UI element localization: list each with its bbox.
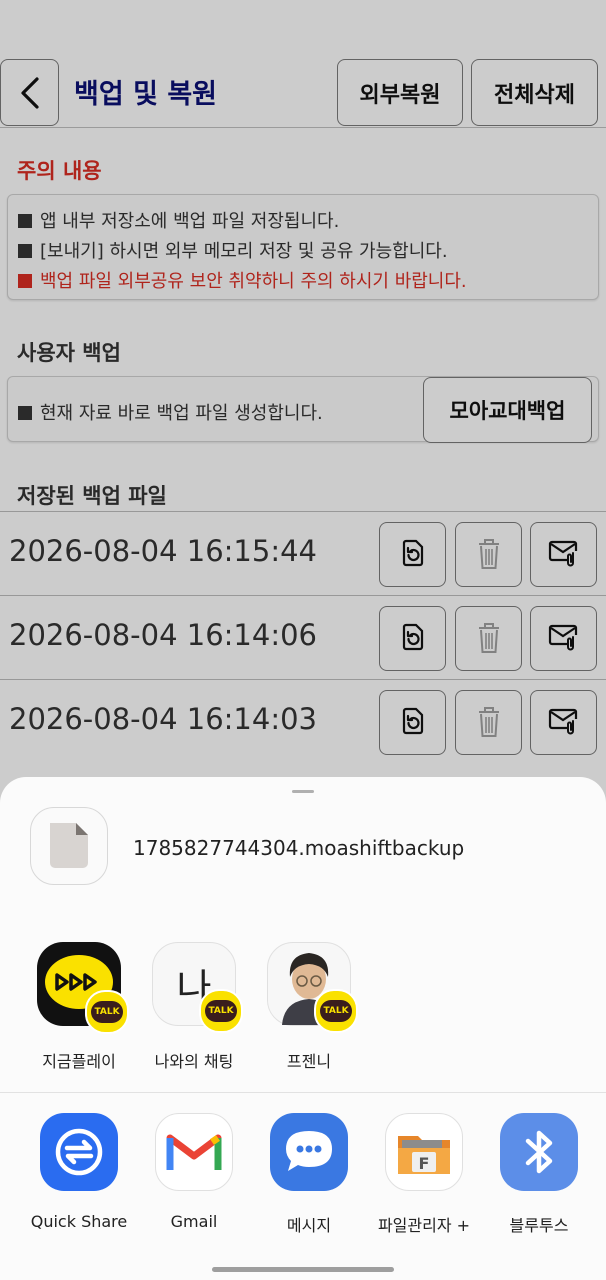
gmail-icon xyxy=(166,1134,222,1170)
app-file-manager-plus[interactable]: F 파일관리자 + xyxy=(369,1113,479,1236)
app-gmail[interactable]: Gmail xyxy=(139,1113,249,1231)
bluetooth-icon xyxy=(525,1130,553,1174)
file-icon xyxy=(49,822,88,868)
contact-my-chat[interactable]: 나 TALK 나와의 채팅 xyxy=(139,942,249,1072)
kakaotalk-badge-icon: TALK xyxy=(199,989,243,1033)
kakaotalk-badge-icon: TALK xyxy=(85,990,129,1034)
divider xyxy=(0,1092,606,1093)
folder-icon xyxy=(398,1136,450,1174)
kakaotalk-badge-icon: TALK xyxy=(314,989,358,1033)
sheet-handle[interactable] xyxy=(292,790,314,793)
contact-jigeumplay[interactable]: TALK 지금플레이 xyxy=(24,942,134,1072)
file-manager-glyph: F xyxy=(418,1154,430,1173)
app-messages[interactable]: 메시지 xyxy=(254,1113,364,1236)
file-thumbnail xyxy=(30,807,108,885)
home-gesture-bar[interactable] xyxy=(212,1267,394,1272)
app-quick-share[interactable]: Quick Share xyxy=(24,1113,134,1231)
shared-filename: 1785827744304.moashiftbackup xyxy=(133,836,465,860)
quick-share-icon xyxy=(55,1128,103,1176)
contact-friend[interactable]: TALK 프젠니 xyxy=(254,942,364,1072)
share-sheet: 1785827744304.moashiftbackup TALK 지금플레이 … xyxy=(0,777,606,1257)
app-bluetooth[interactable]: 블루투스 xyxy=(484,1113,594,1236)
message-icon xyxy=(286,1131,332,1171)
